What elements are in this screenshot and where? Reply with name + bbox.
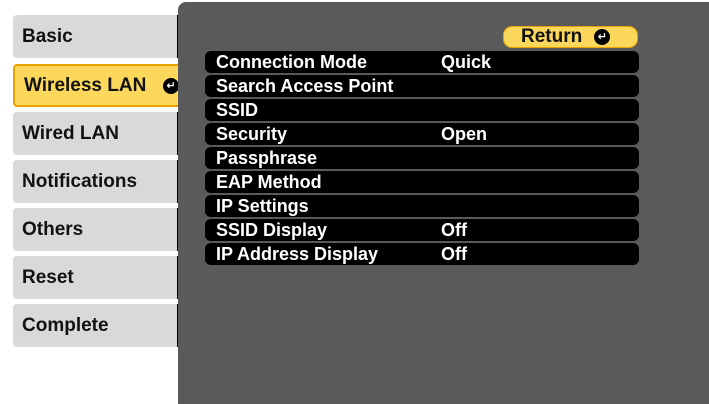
setting-row-ip-settings[interactable]: IP Settings xyxy=(205,195,639,217)
setting-label: SSID Display xyxy=(216,219,328,240)
setting-value: Quick xyxy=(441,51,492,72)
setting-label: Passphrase xyxy=(216,147,318,168)
menu-item-others[interactable]: Others xyxy=(13,208,189,251)
setting-row-ip-address-display[interactable]: IP Address Display Off xyxy=(205,243,639,265)
menu-item-label: Wired LAN xyxy=(22,122,119,144)
menu-item-complete[interactable]: Complete xyxy=(13,304,189,347)
return-button-label: Return xyxy=(521,26,583,47)
setting-label: Search Access Point xyxy=(216,75,394,96)
return-button[interactable]: Return ↵ xyxy=(503,26,638,48)
setting-row-ssid[interactable]: SSID xyxy=(205,99,639,121)
setting-row-security[interactable]: Security Open xyxy=(205,123,639,145)
menu-item-wired-lan[interactable]: Wired LAN xyxy=(13,112,189,155)
setting-label: SSID xyxy=(216,99,259,120)
menu-item-label: Basic xyxy=(22,25,73,47)
menu-item-reset[interactable]: Reset xyxy=(13,256,189,299)
menu-item-label: Wireless LAN xyxy=(24,74,147,96)
menu-item-basic[interactable]: Basic xyxy=(13,15,189,58)
enter-arrow-icon: ↵ xyxy=(594,29,611,45)
menu-item-label: Complete xyxy=(22,314,109,336)
setting-label: IP Settings xyxy=(216,195,309,216)
menu-item-notifications[interactable]: Notifications xyxy=(13,160,189,203)
menu-item-wireless-lan[interactable]: Wireless LAN ↵ xyxy=(13,64,189,107)
setting-row-ssid-display[interactable]: SSID Display Off xyxy=(205,219,639,241)
setting-value: Off xyxy=(441,243,467,264)
setting-value: Open xyxy=(441,123,488,144)
setting-label: Security xyxy=(216,123,288,144)
enter-arrow-icon: ↵ xyxy=(163,78,179,94)
setting-label: EAP Method xyxy=(216,171,322,192)
menu-item-label: Notifications xyxy=(22,170,138,192)
setting-row-passphrase[interactable]: Passphrase xyxy=(205,147,639,169)
menu-item-label: Others xyxy=(22,218,84,240)
setting-label: Connection Mode xyxy=(216,51,367,72)
setting-row-eap-method[interactable]: EAP Method xyxy=(205,171,639,193)
setting-value: Off xyxy=(441,219,467,240)
setting-row-search-access-point[interactable]: Search Access Point xyxy=(205,75,639,97)
menu-item-label: Reset xyxy=(22,266,74,288)
setting-label: IP Address Display xyxy=(216,243,379,264)
setting-row-connection-mode[interactable]: Connection Mode Quick xyxy=(205,51,639,73)
